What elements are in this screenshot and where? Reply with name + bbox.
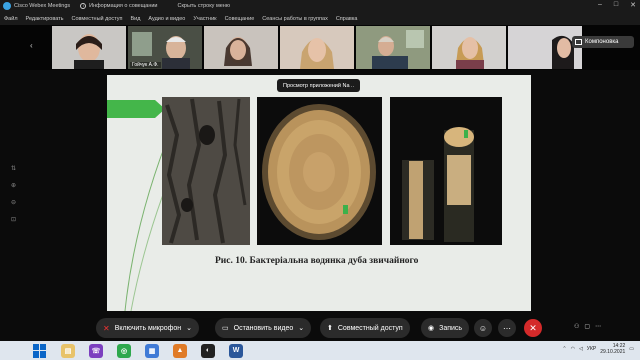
unmute-label: Включить микрофон	[114, 324, 182, 332]
info-icon: i	[80, 3, 87, 9]
system-tray: ⌃ ◠ ◁ УКР 14:22 29.10.2021 ▭	[562, 343, 634, 355]
menu-file[interactable]: Файл	[4, 16, 18, 22]
hide-menu-bar-button[interactable]: Скрыть строку меню	[178, 3, 230, 9]
share-button[interactable]: ⬆ Совместный доступ	[320, 318, 410, 338]
maximize-button[interactable]: □	[614, 1, 618, 9]
meeting-info-label: Информация о совещании	[89, 3, 158, 9]
participant-thumb-3	[204, 26, 278, 69]
slide-caption: Рис. 10. Бактеріальна водянка дуба звича…	[215, 256, 419, 266]
zoom-out-icon[interactable]: ⊖	[11, 199, 16, 206]
participant-thumb-7	[508, 26, 582, 69]
participant-video[interactable]	[52, 26, 126, 69]
participant-thumb-4	[280, 26, 354, 69]
unmute-button[interactable]: ✕ Включить микрофон ⌄	[96, 318, 200, 338]
tray-chevron-icon[interactable]: ⌃	[562, 346, 566, 352]
record-button[interactable]: ◉ Запись	[421, 318, 470, 338]
share-label: Совместный доступ	[337, 324, 403, 332]
participants-icon[interactable]: ⚇	[574, 323, 579, 330]
participant-thumb-5	[356, 26, 430, 69]
participant-video[interactable]	[356, 26, 430, 69]
record-icon: ◉	[428, 325, 435, 332]
zoom-in-icon[interactable]: ⊕	[11, 182, 16, 189]
participant-video[interactable]: Гойчук А.Ф.	[128, 26, 202, 69]
more-icon: ⋯	[503, 323, 511, 333]
windows-taskbar: ▤ ☏ ◎ ▦ ▲ ◐ W ⌃ ◠ ◁ УКР 14:22 29.10.2021…	[0, 341, 640, 360]
more-options-button[interactable]: ⋯	[498, 319, 516, 337]
close-icon: ✕	[529, 322, 537, 333]
more-icon[interactable]: ⋯	[595, 323, 601, 330]
layout-label: Компоновка	[585, 39, 619, 45]
video-camera-icon: ▭	[222, 325, 229, 332]
webex-taskbar-icon[interactable]: ◐	[201, 343, 215, 358]
chevron-down-icon: ⌄	[186, 325, 193, 332]
windows-start-icon[interactable]	[33, 343, 47, 358]
participant-thumb-1	[52, 26, 126, 69]
grid-icon	[575, 39, 582, 45]
menu-breakout[interactable]: Сеансы работы в группах	[262, 16, 328, 22]
volume-icon[interactable]: ◁	[579, 346, 583, 352]
leave-meeting-button[interactable]: ✕	[524, 319, 542, 337]
layout-button[interactable]: Компоновка	[572, 36, 634, 48]
trunk-cross-section-photo	[257, 97, 382, 245]
meeting-info-button[interactable]: i Информация о совещании	[80, 3, 158, 9]
participant-video[interactable]	[432, 26, 506, 69]
minimize-button[interactable]: –	[598, 1, 602, 9]
menu-participant[interactable]: Участник	[193, 16, 216, 22]
chat-icon[interactable]: ▢	[584, 323, 590, 330]
oak-logs-photo	[390, 97, 502, 245]
share-screen-icon: ⬆	[327, 325, 333, 332]
slide-artwork	[107, 97, 502, 311]
clock[interactable]: 14:22 29.10.2021	[600, 343, 625, 355]
title-bar: Cisco Webex Meetings i Информация о сове…	[0, 0, 640, 12]
participant-name: Гойчук А.Ф.	[130, 62, 161, 68]
menu-audio-video[interactable]: Аудио и видео	[148, 16, 185, 22]
panel-toggles: ⚇ ▢ ⋯	[574, 323, 601, 330]
smiley-icon: ☺	[478, 323, 488, 333]
menu-meeting[interactable]: Совещание	[225, 16, 255, 22]
scroll-left-icon[interactable]: ‹	[30, 41, 33, 50]
fit-icon[interactable]: ⊡	[11, 216, 16, 223]
word-icon[interactable]: W	[229, 343, 243, 358]
menu-view[interactable]: Вид	[130, 16, 140, 22]
menu-help[interactable]: Справка	[336, 16, 358, 22]
muted-microphone-icon: ✕	[103, 323, 110, 333]
menu-edit[interactable]: Редактировать	[26, 16, 64, 22]
participant-video[interactable]	[280, 26, 354, 69]
record-label: Запись	[439, 324, 463, 332]
chrome-icon[interactable]: ◎	[117, 343, 131, 358]
menu-share[interactable]: Совместный доступ	[72, 16, 123, 22]
stop-video-button[interactable]: ▭ Остановить видео ⌄	[215, 318, 312, 338]
language-indicator[interactable]: УКР	[587, 346, 596, 352]
reactions-button[interactable]: ☺	[474, 319, 492, 337]
clock-date: 29.10.2021	[600, 349, 626, 355]
presentation-slide	[107, 75, 531, 311]
chevron-down-icon: ⌄	[298, 325, 305, 332]
annotation-tools: ⇅ ⊕ ⊖ ⊡	[11, 165, 16, 223]
file-explorer-icon[interactable]: ▤	[61, 343, 75, 358]
stop-video-label: Остановить видео	[233, 324, 294, 332]
viewer-tooltip: Просмотр приложений Na ..	[277, 79, 361, 92]
webex-logo-icon	[3, 2, 11, 10]
bark-photo	[162, 97, 250, 245]
vlc-icon[interactable]: ▲	[173, 343, 187, 358]
taskbar-app-icon[interactable]: ▦	[145, 343, 159, 358]
wifi-icon[interactable]: ◠	[571, 346, 575, 352]
window-controls: – □ ✕	[598, 1, 636, 9]
participant-video[interactable]	[204, 26, 278, 69]
participant-video[interactable]	[508, 26, 582, 69]
participant-thumb-6	[432, 26, 506, 69]
accent-arrow-shape	[107, 100, 165, 118]
menu-bar: Файл Редактировать Совместный доступ Вид…	[0, 12, 640, 25]
notifications-icon[interactable]: ▭	[629, 346, 634, 352]
app-title: Cisco Webex Meetings	[14, 3, 71, 9]
meeting-controls: ✕ Включить микрофон ⌄ ▭ Остановить видео…	[0, 315, 640, 341]
viber-icon[interactable]: ☏	[89, 343, 103, 358]
pointer-icon[interactable]: ⇅	[11, 165, 16, 172]
close-button[interactable]: ✕	[630, 1, 636, 9]
